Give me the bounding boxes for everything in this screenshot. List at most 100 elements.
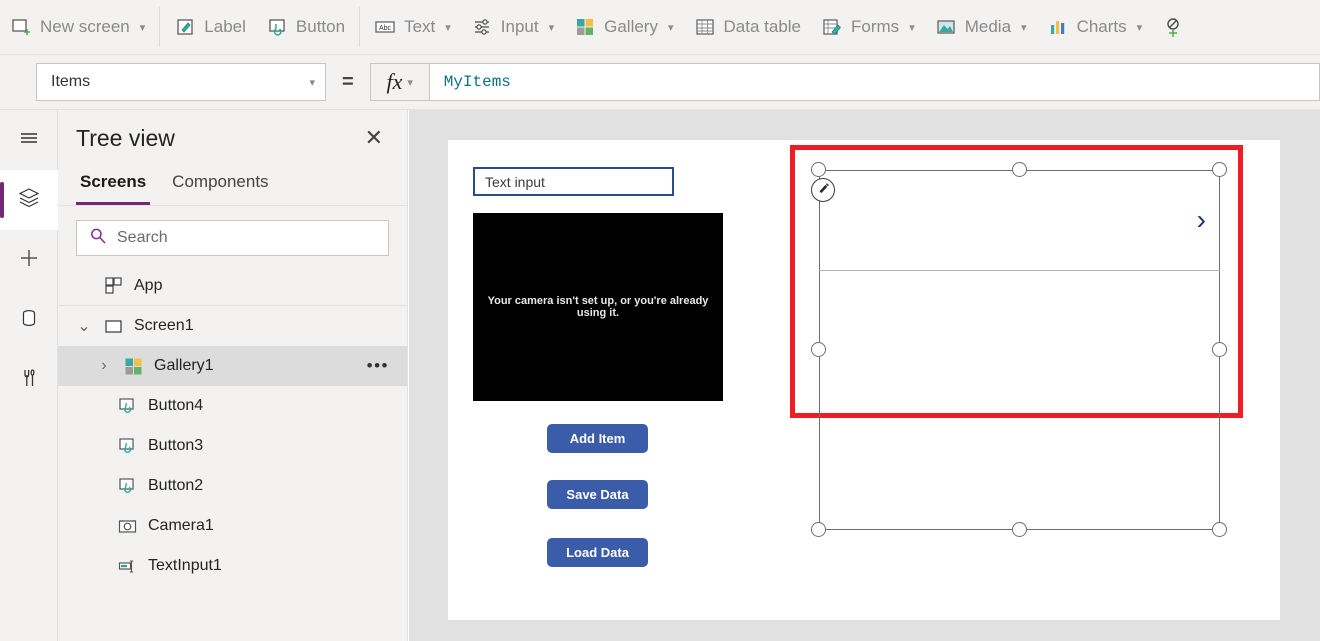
chevron-down-icon: ▾ (309, 76, 315, 89)
canvas-load-data-button[interactable]: Load Data (547, 538, 648, 567)
button-icon (116, 477, 138, 496)
tab-components[interactable]: Components (168, 166, 272, 205)
new-screen-button[interactable]: New screen ▾ (0, 7, 155, 47)
tree-node-more-button[interactable]: ••• (363, 356, 393, 376)
tree-node-button2[interactable]: Button2 (58, 466, 407, 506)
forms-menu-button[interactable]: Forms ▾ (811, 7, 925, 47)
resize-handle-middle-right[interactable] (1212, 342, 1227, 357)
tree-search-wrapper: Search (58, 206, 407, 266)
resize-handle-bottom-right[interactable] (1212, 522, 1227, 537)
property-dropdown[interactable]: Items ▾ (36, 63, 326, 101)
formula-input[interactable]: MyItems (430, 63, 1320, 101)
canvas-workspace[interactable]: Text input Your camera isn't set up, or … (409, 110, 1320, 641)
tree-view-tabs: Screens Components (58, 166, 407, 206)
gallery-item-divider (819, 270, 1220, 271)
tree-node-label: Gallery1 (154, 357, 353, 375)
icons-menu-button[interactable] (1152, 7, 1184, 47)
resize-handle-top-right[interactable] (1212, 162, 1227, 177)
resize-handle-bottom-left[interactable] (811, 522, 826, 537)
chevron-down-icon: ▾ (140, 21, 146, 34)
rail-hamburger-button[interactable] (0, 110, 58, 170)
toolbar-group-controls: Abc Text ▾ Input ▾ (364, 0, 1184, 55)
tree-node-label: Camera1 (148, 517, 393, 535)
gallery-icon (574, 16, 596, 38)
fx-icon: fx (386, 69, 402, 95)
gallery-label: Gallery (604, 17, 658, 37)
toolbar-group-screens: New screen ▾ (0, 0, 155, 55)
tree-node-camera1[interactable]: Camera1 (58, 506, 407, 546)
tree-view-title: Tree view (76, 125, 359, 152)
rail-tree-view-button[interactable] (0, 170, 58, 230)
button-button[interactable]: Button (256, 7, 355, 47)
chevron-down-icon: ▾ (668, 21, 674, 34)
left-rail (0, 110, 58, 641)
gallery-bounds (819, 170, 1220, 530)
rail-insert-button[interactable] (0, 230, 58, 290)
app-icon (102, 276, 124, 295)
tools-icon (16, 365, 42, 396)
fx-dropdown-button[interactable]: fx ▾ (370, 63, 430, 101)
camera-error-message: Your camera isn't set up, or you're alre… (473, 295, 723, 319)
rail-tools-button[interactable] (0, 350, 58, 410)
close-icon[interactable]: ✕ (359, 123, 389, 153)
canvas-save-data-button[interactable]: Save Data (547, 480, 648, 509)
input-menu-button[interactable]: Input ▾ (461, 7, 564, 47)
chevron-down-icon: ▾ (909, 21, 915, 34)
tree-node-label: TextInput1 (148, 557, 393, 575)
search-icon (89, 227, 107, 250)
app-screen-canvas[interactable]: Text input Your camera isn't set up, or … (448, 140, 1280, 620)
canvas-text-input[interactable]: Text input (473, 167, 674, 196)
tree-node-app[interactable]: App (58, 266, 407, 306)
tree-node-button4[interactable]: Button4 (58, 386, 407, 426)
gallery-icon (122, 357, 144, 376)
data-table-button[interactable]: Data table (684, 7, 812, 47)
hamburger-menu-icon (16, 125, 42, 156)
tree-node-label: Screen1 (134, 317, 393, 335)
tree-node-screen1[interactable]: ⌄ Screen1 (58, 306, 407, 346)
search-placeholder: Search (117, 229, 168, 247)
resize-handle-bottom-center[interactable] (1012, 522, 1027, 537)
toolbar-separator (159, 7, 160, 47)
label-button[interactable]: Label (164, 7, 256, 47)
textinput-icon (116, 557, 138, 576)
resize-handle-middle-left[interactable] (811, 342, 826, 357)
chevron-down-icon[interactable]: ⌄ (76, 316, 92, 336)
text-abc-icon: Abc (374, 16, 396, 38)
label-icon (174, 16, 196, 38)
chevron-down-icon: ▾ (445, 21, 451, 34)
tree-node-gallery1[interactable]: › Gallery1 ••• (58, 346, 407, 386)
text-menu-button[interactable]: Abc Text ▾ (364, 7, 461, 47)
tree-node-label: App (134, 277, 393, 295)
resize-handle-top-left[interactable] (811, 162, 826, 177)
plus-insert-icon (16, 245, 42, 276)
new-screen-icon (10, 16, 32, 38)
chevron-right-icon[interactable]: › (96, 357, 112, 375)
camera-icon (116, 517, 138, 536)
canvas-gallery-control[interactable]: › (819, 170, 1220, 530)
canvas-add-item-button[interactable]: Add Item (547, 424, 648, 453)
gallery-menu-button[interactable]: Gallery ▾ (564, 7, 683, 47)
toolbar-separator (359, 7, 360, 47)
chevron-down-icon: ▾ (549, 21, 555, 34)
forms-label: Forms (851, 17, 899, 37)
tab-screens[interactable]: Screens (76, 166, 150, 205)
resize-handle-top-center[interactable] (1012, 162, 1027, 177)
tree-node-label: Button2 (148, 477, 393, 495)
gallery-edit-badge[interactable] (811, 178, 835, 202)
search-input[interactable]: Search (76, 220, 389, 256)
text-label: Text (404, 17, 435, 37)
rail-data-button[interactable] (0, 290, 58, 350)
new-screen-label: New screen (40, 17, 130, 37)
charts-menu-button[interactable]: Charts ▾ (1037, 7, 1153, 47)
tree-node-textinput1[interactable]: TextInput1 (58, 546, 407, 586)
media-menu-button[interactable]: Media ▾ (925, 7, 1037, 47)
equals-sign: = (342, 71, 354, 94)
button-text: Button (296, 17, 345, 37)
powerapps-studio: New screen ▾ Label (0, 0, 1320, 641)
gallery-next-arrow-icon[interactable]: › (1197, 206, 1206, 234)
tree-node-button3[interactable]: Button3 (58, 426, 407, 466)
canvas-camera-control[interactable]: Your camera isn't set up, or you're alre… (473, 213, 723, 401)
media-icon (935, 16, 957, 38)
tree-view-header: Tree view ✕ (58, 110, 407, 166)
icons-add-icon (1162, 16, 1184, 38)
